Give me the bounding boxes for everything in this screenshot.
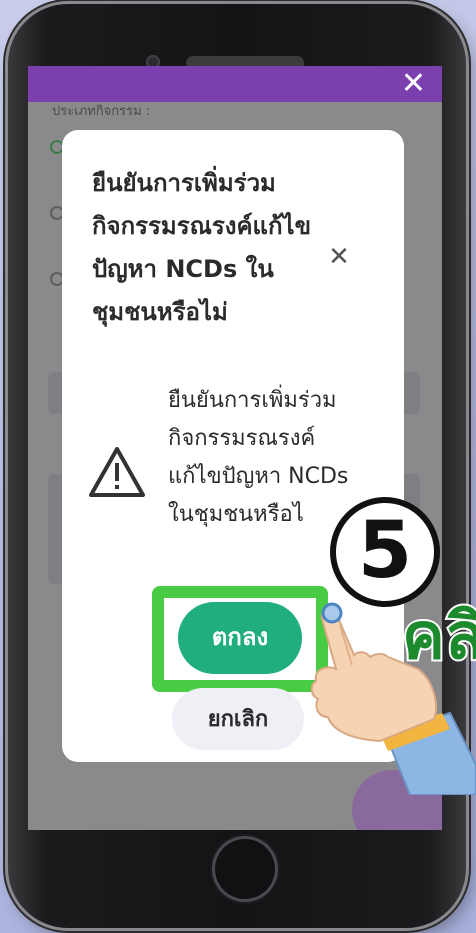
step-number-badge: 5	[330, 497, 440, 607]
app-header: ✕	[28, 66, 442, 102]
activity-type-label: ประเภทกิจกรรม :	[52, 104, 151, 119]
cancel-button[interactable]: ยกเลิก	[172, 688, 304, 750]
home-button[interactable]	[212, 836, 278, 902]
warning-triangle-icon	[89, 447, 145, 497]
close-icon[interactable]: ✕	[401, 66, 426, 102]
close-icon[interactable]: ✕	[324, 242, 354, 272]
dialog-message: ยืนยันการเพิ่มร่วมกิจกรรมรณรงค์แก้ไขปัญห…	[168, 388, 349, 527]
pointing-hand-icon	[310, 602, 476, 795]
dialog-title: ยืนยันการเพิ่มร่วมกิจกรรมรณรงค์แก้ไขปัญห…	[92, 169, 312, 326]
ok-button[interactable]: ตกลง	[178, 602, 302, 674]
